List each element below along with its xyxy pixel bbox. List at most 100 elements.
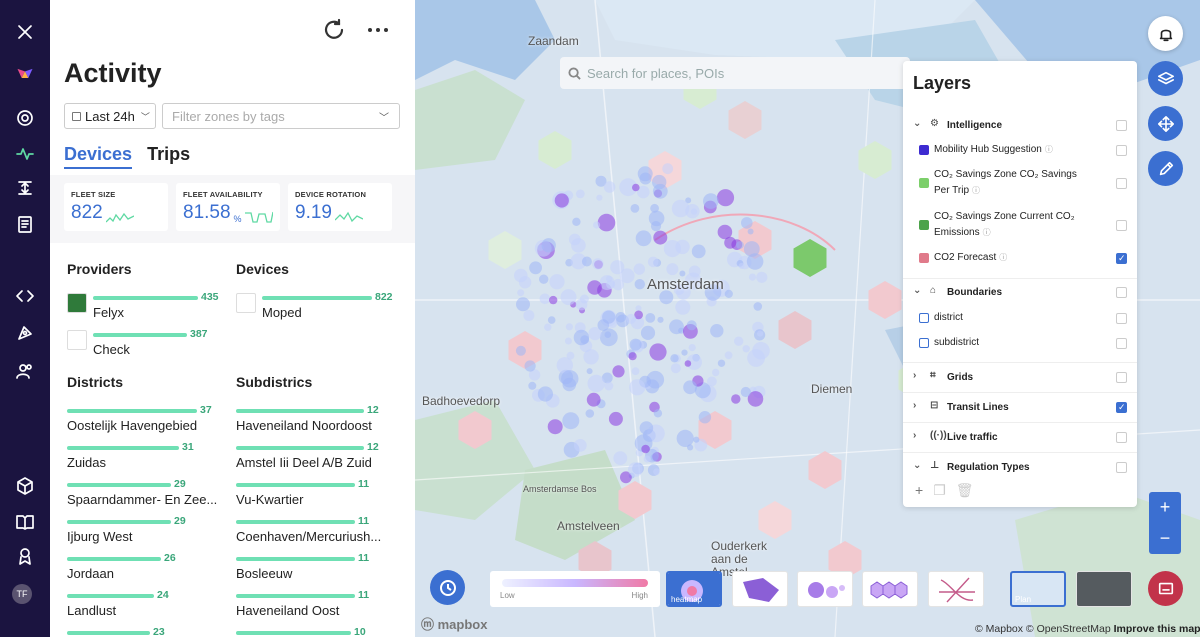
- package-icon[interactable]: [0, 471, 50, 501]
- list-item[interactable]: 37 Oostelijk Havengebied: [67, 404, 227, 445]
- dashboard-icon[interactable]: [0, 103, 50, 133]
- time-playback-button[interactable]: [430, 570, 465, 605]
- map-search-input[interactable]: Search for places, POIs: [560, 57, 910, 89]
- list-item[interactable]: 26 Jordaan: [67, 552, 227, 593]
- list-item[interactable]: 29 Ijburg West: [67, 515, 227, 556]
- chevron-right-icon[interactable]: ›: [913, 400, 916, 411]
- chevron-down-icon[interactable]: ⌄: [913, 460, 921, 471]
- basemap-thumbnail[interactable]: [1076, 571, 1132, 607]
- heatmap-point: [554, 193, 569, 208]
- list-item[interactable]: 11 Coenhaven/Mercuriush...: [236, 515, 394, 556]
- chevron-right-icon[interactable]: ›: [913, 370, 916, 381]
- activity-icon[interactable]: [0, 139, 50, 169]
- layer-item[interactable]: district: [903, 310, 1137, 326]
- layer-checkbox[interactable]: [1116, 252, 1127, 264]
- list-item[interactable]: 29 Spaarndammer- En Zee...: [67, 478, 227, 519]
- list-item[interactable]: 24 Landlust: [67, 589, 227, 630]
- attribution-text[interactable]: © Mapbox © OpenStreetMap: [975, 623, 1111, 635]
- layers-button[interactable]: [1148, 61, 1183, 96]
- time-range-select[interactable]: Last 24h ﹀: [64, 103, 156, 129]
- list-item[interactable]: 11 Vu-Kwartier: [236, 478, 394, 519]
- copy-icon[interactable]: ❐: [933, 482, 946, 499]
- heatmap-point: [753, 302, 763, 311]
- layers-panel: Layers ⌄ ⚙ Intelligence Mobility Hub Sugges…: [903, 61, 1137, 507]
- close-icon[interactable]: [0, 17, 50, 47]
- layer-checkbox[interactable]: [1116, 219, 1127, 231]
- refresh-icon[interactable]: [322, 18, 346, 47]
- layer-group[interactable]: › ⌗ Grids: [903, 370, 1137, 386]
- layer-group[interactable]: › ⊟ Transit Lines: [903, 400, 1137, 416]
- count-label: 23: [153, 626, 165, 637]
- draw-button[interactable]: [1148, 151, 1183, 186]
- chevron-down-icon[interactable]: ⌄: [913, 118, 921, 129]
- list-item[interactable]: 23: [67, 626, 227, 637]
- layer-checkbox[interactable]: [1116, 312, 1127, 324]
- view-mode-thumbnail[interactable]: heatmap: [666, 571, 722, 607]
- logo-icon[interactable]: [0, 58, 50, 88]
- layer-checkbox[interactable]: [1116, 462, 1127, 473]
- improve-map-link[interactable]: Improve this map: [1114, 623, 1200, 635]
- sparkline: [244, 211, 273, 223]
- heatmap-point: [662, 163, 674, 175]
- view-mode-thumbnail[interactable]: [928, 571, 984, 607]
- chevron-down-icon[interactable]: ⌄: [913, 285, 921, 296]
- list-item[interactable]: 10: [236, 626, 394, 637]
- list-item[interactable]: 12 Amstel Iii Deel A/B Zuid: [236, 441, 394, 482]
- view-mode-thumbnail[interactable]: [797, 571, 853, 607]
- tab-trips[interactable]: Trips: [147, 144, 190, 169]
- layer-checkbox[interactable]: [1116, 337, 1127, 349]
- routes-icon[interactable]: [0, 173, 50, 203]
- chevron-right-icon[interactable]: ›: [913, 430, 916, 441]
- layer-item[interactable]: CO₂ Savings Zone CO₂ Savings Per Trip ⓘ: [903, 166, 1137, 200]
- info-icon[interactable]: ⓘ: [972, 186, 980, 195]
- layer-checkbox[interactable]: [1116, 432, 1127, 443]
- layer-checkbox[interactable]: [1116, 287, 1127, 298]
- layer-item[interactable]: Mobility Hub Suggestion ⓘ: [903, 142, 1137, 158]
- badge-icon[interactable]: [0, 541, 50, 571]
- move-button[interactable]: [1148, 106, 1183, 141]
- zoom-out-button[interactable]: −: [1149, 523, 1181, 554]
- tag-filter-select[interactable]: Filter zones by tags ﹀: [162, 103, 400, 129]
- layer-group-icon: ⊟: [930, 400, 939, 411]
- layer-item[interactable]: CO₂ Savings Zone Current CO₂ Emissions ⓘ: [903, 208, 1137, 242]
- layer-checkbox[interactable]: [1116, 402, 1127, 413]
- list-item[interactable]: 822 Moped: [262, 291, 402, 332]
- more-icon[interactable]: [366, 18, 390, 47]
- avatar[interactable]: TF: [12, 584, 32, 604]
- zoom-in-button[interactable]: +: [1149, 492, 1181, 523]
- layer-group[interactable]: ⌄ ⚙ Intelligence: [903, 118, 1137, 134]
- layer-checkbox[interactable]: [1116, 177, 1127, 189]
- tab-devices[interactable]: Devices: [64, 144, 133, 169]
- info-icon[interactable]: ⓘ: [999, 253, 1007, 262]
- users-icon[interactable]: [0, 356, 50, 386]
- info-icon[interactable]: ⓘ: [983, 228, 991, 237]
- notifications-button[interactable]: [1148, 16, 1183, 51]
- book-icon[interactable]: [0, 507, 50, 537]
- layer-item[interactable]: subdistrict: [903, 335, 1137, 351]
- layer-checkbox[interactable]: [1116, 372, 1127, 383]
- chat-button[interactable]: [1148, 571, 1183, 606]
- add-icon[interactable]: +: [915, 482, 923, 499]
- layer-group-label: Intelligence: [947, 120, 1003, 131]
- layer-checkbox[interactable]: [1116, 144, 1127, 156]
- layer-checkbox[interactable]: [1116, 120, 1127, 131]
- list-item[interactable]: 387 Check: [93, 328, 233, 369]
- list-item[interactable]: 11 Bosleeuw: [236, 552, 394, 593]
- pen-tool-icon[interactable]: [0, 318, 50, 348]
- layer-item[interactable]: CO2 Forecast ⓘ: [903, 250, 1137, 266]
- basemap-thumbnail[interactable]: Plan: [1010, 571, 1066, 607]
- view-mode-thumbnail[interactable]: [732, 571, 788, 607]
- layer-group[interactable]: ⌄ ⊥ Regulation Types: [903, 460, 1137, 476]
- list-item[interactable]: 12 Haveneiland Noordoost: [236, 404, 394, 445]
- clipboard-icon[interactable]: [0, 209, 50, 239]
- view-mode-thumbnail[interactable]: [862, 571, 918, 607]
- code-icon[interactable]: [0, 281, 50, 311]
- list-item[interactable]: 11 Haveneiland Oost: [236, 589, 394, 630]
- info-icon[interactable]: ⓘ: [1045, 145, 1053, 154]
- layer-group[interactable]: › ((·)) Live traffic: [903, 430, 1137, 446]
- heatmap-point: [593, 221, 601, 229]
- layer-group[interactable]: ⌄ ⌂ Boundaries: [903, 285, 1137, 301]
- list-item[interactable]: 435 Felyx: [93, 291, 233, 332]
- list-item[interactable]: 31 Zuidas: [67, 441, 227, 482]
- trash-icon[interactable]: 🗑: [956, 482, 974, 499]
